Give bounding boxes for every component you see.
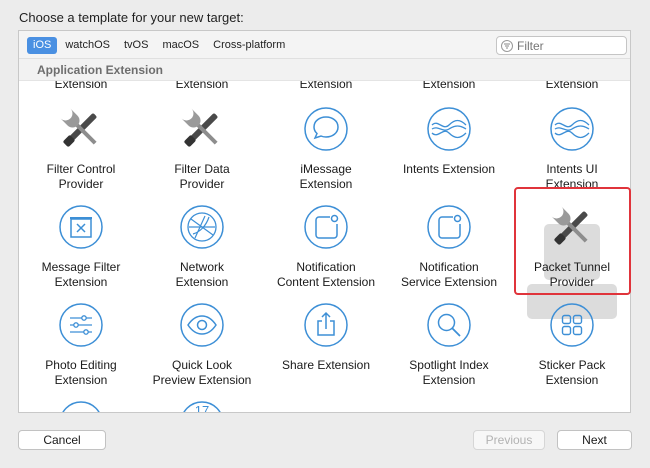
partial-template-label[interactable]: Extension	[19, 81, 143, 92]
template-photo-editing-extension[interactable]: Photo Editing Extension	[19, 299, 143, 388]
template-panel: iOS watchOS tvOS macOS Cross-platform Ap…	[18, 30, 631, 413]
filter-input[interactable]	[517, 38, 617, 53]
partial-template-label[interactable]: Extension	[264, 81, 388, 92]
partial-template-label[interactable]: Extension	[140, 81, 264, 92]
eye-icon	[176, 299, 228, 351]
template-notification-content-extension[interactable]: Notification Content Extension	[264, 201, 388, 290]
template-label: Network	[179, 260, 224, 274]
template-label: Filter Control	[46, 162, 116, 176]
template-label: Quick Look	[171, 358, 233, 372]
template-partial-keyboard[interactable]	[19, 397, 143, 412]
cancel-button[interactable]: Cancel	[18, 430, 106, 450]
template-network-extension[interactable]: Network Extension	[140, 201, 264, 290]
template-label: Intents Extension	[402, 162, 496, 176]
template-label: Filter Data	[174, 162, 230, 176]
share-icon	[300, 299, 352, 351]
template-label: Extension	[545, 373, 599, 387]
previous-button[interactable]: Previous	[473, 430, 545, 450]
filter-icon	[501, 39, 513, 52]
template-intents-ui-extension[interactable]: Intents UI Extension	[510, 103, 630, 192]
template-filter-data-provider[interactable]: Filter Data Provider	[140, 103, 264, 192]
template-intents-extension[interactable]: Intents Extension	[387, 103, 511, 177]
wrench-screwdriver-icon	[176, 103, 228, 155]
filter-field[interactable]	[496, 36, 627, 55]
partial-template-label[interactable]: Extension	[387, 81, 511, 92]
template-message-filter-extension[interactable]: Message Filter Extension	[19, 201, 143, 290]
template-label: Extension	[54, 275, 108, 289]
sliders-icon	[55, 299, 107, 351]
template-label: Notification	[419, 260, 479, 274]
template-label: Provider	[179, 177, 225, 191]
tab-tvos[interactable]: tvOS	[118, 37, 154, 54]
template-label: Extension	[299, 177, 353, 191]
platform-bar: iOS watchOS tvOS macOS Cross-platform	[19, 31, 630, 59]
filter-box-icon	[55, 201, 107, 253]
tab-ios[interactable]: iOS	[27, 37, 58, 54]
calendar-day-number: 17	[195, 403, 209, 412]
template-label: Provider	[58, 177, 104, 191]
template-label: Intents UI	[546, 162, 598, 176]
template-filter-control-provider[interactable]: Filter Control Provider	[19, 103, 143, 192]
template-quick-look-preview-extension[interactable]: Quick Look Preview Extension	[140, 299, 264, 388]
template-notification-service-extension[interactable]: Notification Service Extension	[387, 201, 511, 290]
speech-bubble-icon	[300, 103, 352, 155]
magnifier-icon	[423, 299, 475, 351]
wrench-screwdriver-icon	[55, 103, 107, 155]
template-label: Share Extension	[281, 358, 371, 372]
partial-template-label[interactable]: Extension	[510, 81, 630, 92]
selection-highlight	[514, 187, 631, 295]
template-label: Photo Editing	[45, 358, 117, 372]
template-label: Extension	[175, 275, 229, 289]
intents-waves-icon	[546, 103, 598, 155]
template-label: Spotlight Index	[409, 358, 489, 372]
tab-watchos[interactable]: watchOS	[59, 37, 116, 54]
template-sticker-pack-extension[interactable]: Sticker Pack Extension	[510, 299, 630, 388]
template-partial-calendar[interactable]: 17	[140, 397, 264, 412]
template-label: Extension	[54, 373, 108, 387]
notification-badge-icon	[423, 201, 475, 253]
notification-badge-icon	[300, 201, 352, 253]
template-label: Notification	[296, 260, 356, 274]
tab-cross-platform[interactable]: Cross-platform	[207, 37, 291, 54]
tab-macos[interactable]: macOS	[156, 37, 205, 54]
template-spotlight-index-extension[interactable]: Spotlight Index Extension	[387, 299, 511, 388]
template-label: Sticker Pack	[538, 358, 606, 372]
page-heading: Choose a template for your new target:	[19, 10, 244, 25]
template-label: Message Filter	[41, 260, 121, 274]
template-share-extension[interactable]: Share Extension	[264, 299, 388, 373]
platform-tabs: iOS watchOS tvOS macOS Cross-platform	[27, 37, 291, 54]
template-label: Content Extension	[276, 275, 376, 289]
sticker-grid-icon	[546, 299, 598, 351]
template-label: Preview Extension	[152, 373, 252, 387]
keyboard-box-icon	[55, 397, 107, 412]
template-label: Extension	[422, 373, 476, 387]
next-button[interactable]: Next	[557, 430, 632, 450]
intents-waves-icon	[423, 103, 475, 155]
calendar-icon: 17	[176, 397, 228, 412]
globe-network-icon	[176, 201, 228, 253]
template-label: iMessage	[300, 162, 352, 176]
template-label: Service Extension	[400, 275, 498, 289]
section-header: Application Extension	[19, 59, 630, 81]
template-imessage-extension[interactable]: iMessage Extension	[264, 103, 388, 192]
